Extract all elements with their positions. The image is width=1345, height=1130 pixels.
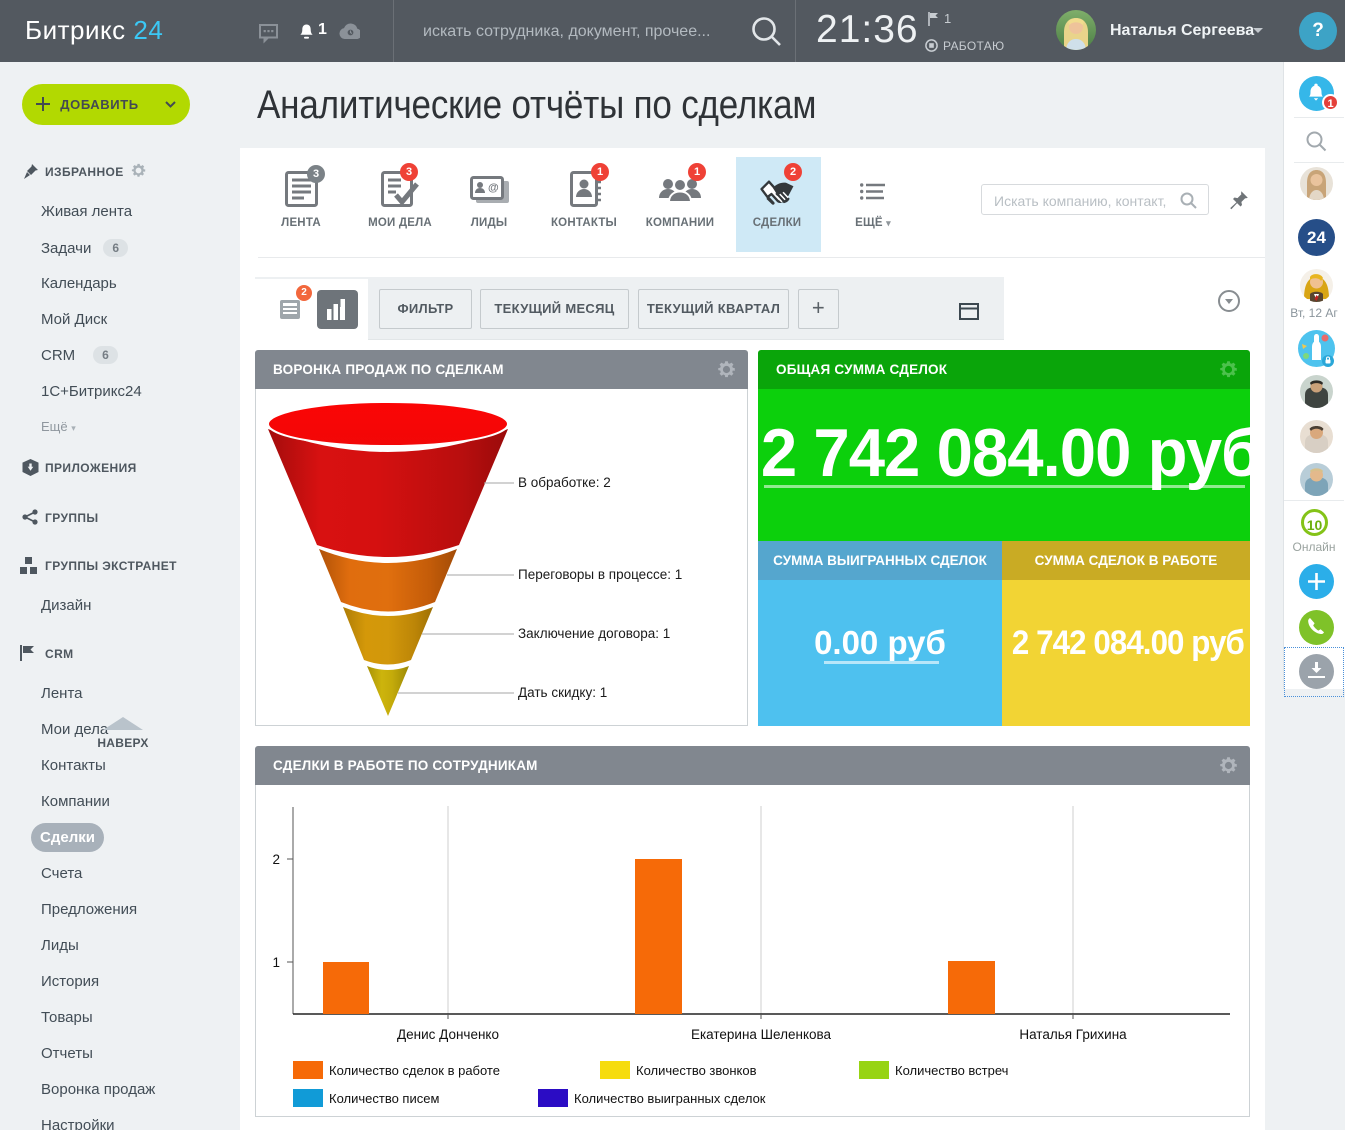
svg-text:1: 1 (272, 955, 280, 970)
svg-text:Количество сделок в работе: Количество сделок в работе (329, 1063, 500, 1078)
svg-text:Переговоры в процессе: 1: Переговоры в процессе: 1 (518, 567, 682, 582)
svg-text:Заключение договора: 1: Заключение договора: 1 (518, 626, 670, 641)
svg-text:Количество звонков: Количество звонков (636, 1063, 757, 1078)
svg-text:Екатерина Шеленкова: Екатерина Шеленкова (691, 1027, 832, 1042)
svg-text:@: @ (488, 182, 499, 194)
svg-text:2: 2 (272, 852, 280, 867)
svg-text:Денис Донченко: Денис Донченко (397, 1027, 499, 1042)
svg-text:В обработке: 2: В обработке: 2 (518, 475, 611, 490)
svg-text:Наталья Грихина: Наталья Грихина (1019, 1027, 1127, 1042)
svg-text:Дать скидку: 1: Дать скидку: 1 (518, 685, 607, 700)
svg-text:Количество встреч: Количество встреч (895, 1063, 1008, 1078)
svg-text:Количество писем: Количество писем (329, 1091, 439, 1106)
svg-text:Количество выигранных сделок: Количество выигранных сделок (574, 1091, 766, 1106)
